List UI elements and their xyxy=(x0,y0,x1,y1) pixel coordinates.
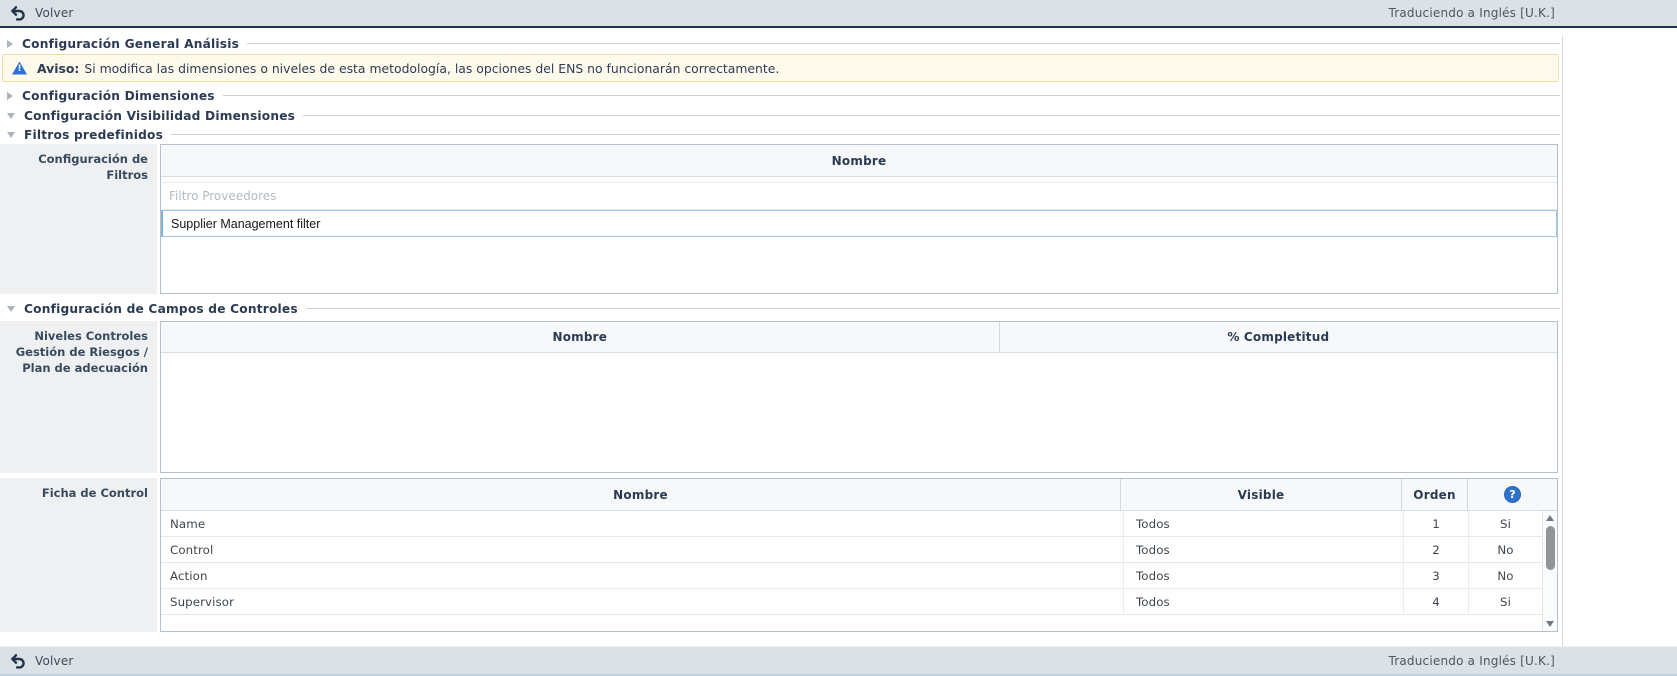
translation-status: Traduciendo a Inglés [U.K.] xyxy=(1388,6,1555,20)
cell-orden: 1 xyxy=(1403,511,1468,536)
column-header-completitud: % Completitud xyxy=(1000,330,1557,344)
filter-name-input[interactable] xyxy=(163,211,1556,236)
back-button[interactable]: Volver xyxy=(10,653,74,669)
section-header-configuracion-campos-controles[interactable]: Configuración de Campos de Controles xyxy=(0,301,1562,316)
niveles-table-empty-body xyxy=(161,353,1557,472)
column-header-visible: Visible xyxy=(1121,488,1401,502)
ficha-field-row: Ficha de Control Nombre Visible Orden ? … xyxy=(0,478,1563,632)
undo-arrow-icon xyxy=(10,5,26,21)
cell-orden: 3 xyxy=(1403,563,1468,588)
section-title: Configuración Visibilidad Dimensiones xyxy=(24,109,295,123)
cell-valor: No xyxy=(1468,563,1542,588)
filtros-table-header: Nombre xyxy=(161,145,1557,177)
table-row[interactable]: Control Todos 2 No xyxy=(161,537,1557,563)
cell-valor: Si xyxy=(1468,511,1542,536)
section-header-configuracion-visibilidad-dimensiones[interactable]: Configuración Visibilidad Dimensiones xyxy=(0,108,1562,123)
table-row[interactable]: Name Todos 1 Si xyxy=(161,511,1557,537)
column-header-nombre: Nombre xyxy=(161,154,1557,168)
section-title: Filtros predefinidos xyxy=(24,128,163,142)
filtros-table-empty-area xyxy=(161,237,1557,293)
cell-visible: Todos xyxy=(1123,511,1403,536)
back-button[interactable]: Volver xyxy=(10,5,74,21)
section-header-filtros-predefinidos[interactable]: Filtros predefinidos xyxy=(0,127,1562,142)
chevron-down-icon[interactable] xyxy=(7,113,15,119)
column-header-nombre: Nombre xyxy=(161,488,1120,502)
chevron-down-icon[interactable] xyxy=(7,132,15,138)
filtros-field-label: Configuración de Filtros xyxy=(0,144,157,294)
chevron-down-icon[interactable] xyxy=(7,306,15,312)
ficha-table-header: Nombre Visible Orden ? xyxy=(161,479,1557,511)
column-header-help: ? xyxy=(1468,486,1557,503)
column-header-orden: Orden xyxy=(1402,488,1467,502)
section-title: Configuración de Campos de Controles xyxy=(24,302,298,316)
cell-nombre: Supervisor xyxy=(161,595,1123,609)
table-row[interactable]: Supervisor Todos 4 Si xyxy=(161,589,1557,615)
new-filter-row xyxy=(161,182,1557,210)
niveles-table-header: Nombre % Completitud xyxy=(161,322,1557,353)
help-icon[interactable]: ? xyxy=(1504,486,1521,503)
section-header-configuracion-general-analisis[interactable]: Configuración General Análisis xyxy=(0,36,1562,51)
arrow-up-icon xyxy=(1546,515,1554,521)
section-title: Configuración General Análisis xyxy=(22,37,239,51)
cell-nombre: Action xyxy=(161,569,1123,583)
section-divider xyxy=(247,43,1560,44)
application-window: Volver Traduciendo a Inglés [U.K.] Confi… xyxy=(0,0,1677,674)
filtros-table-body xyxy=(161,177,1557,293)
new-filter-input[interactable] xyxy=(161,183,1557,209)
back-button-label: Volver xyxy=(35,654,74,668)
warning-label: Aviso: xyxy=(37,61,79,76)
cell-orden: 2 xyxy=(1403,537,1468,562)
arrow-down-icon xyxy=(1546,621,1554,627)
column-header-nombre: Nombre xyxy=(161,330,999,344)
chevron-right-icon[interactable] xyxy=(7,40,13,48)
niveles-field-label: Niveles Controles Gestión de Riesgos / P… xyxy=(0,321,157,473)
back-button-label: Volver xyxy=(35,6,74,20)
cell-valor: No xyxy=(1468,537,1542,562)
niveles-table: Nombre % Completitud xyxy=(160,321,1558,473)
section-divider xyxy=(306,308,1560,309)
cell-nombre: Name xyxy=(161,517,1123,531)
warning-banner: ! Aviso: Si modifica las dimensiones o n… xyxy=(2,54,1559,82)
undo-arrow-icon xyxy=(10,653,26,669)
cell-visible: Todos xyxy=(1123,563,1403,588)
filtros-table: Nombre xyxy=(160,144,1558,294)
table-row[interactable]: Action Todos 3 No xyxy=(161,563,1557,589)
scroll-up-button[interactable] xyxy=(1543,511,1557,525)
filtros-field-row: Configuración de Filtros Nombre xyxy=(0,144,1563,294)
translation-status: Traduciendo a Inglés [U.K.] xyxy=(1388,654,1555,668)
cell-visible: Todos xyxy=(1123,589,1403,614)
filter-row-selected[interactable] xyxy=(161,210,1557,237)
section-divider xyxy=(223,95,1560,96)
chevron-right-icon[interactable] xyxy=(7,92,13,100)
cell-nombre: Control xyxy=(161,543,1123,557)
warning-exclamation: ! xyxy=(17,64,21,75)
cell-orden: 4 xyxy=(1403,589,1468,614)
niveles-field-row: Niveles Controles Gestión de Riesgos / P… xyxy=(0,321,1563,473)
top-toolbar: Volver Traduciendo a Inglés [U.K.] xyxy=(0,0,1677,28)
bottom-toolbar: Volver Traduciendo a Inglés [U.K.] xyxy=(0,646,1677,676)
warning-triangle-icon: ! xyxy=(12,62,27,75)
ficha-table: Nombre Visible Orden ? Name Todos 1 xyxy=(160,478,1558,632)
scroll-down-button[interactable] xyxy=(1543,617,1557,631)
vertical-scrollbar[interactable] xyxy=(1542,511,1557,631)
cell-valor: Si xyxy=(1468,589,1542,614)
section-divider xyxy=(303,115,1560,116)
scrollbar-thumb[interactable] xyxy=(1546,526,1555,570)
ficha-table-body: Name Todos 1 Si Control Todos 2 No xyxy=(161,511,1557,631)
section-divider xyxy=(171,134,1560,135)
section-header-configuracion-dimensiones[interactable]: Configuración Dimensiones xyxy=(0,88,1562,103)
warning-message: Si modifica las dimensiones o niveles de… xyxy=(84,61,779,76)
section-title: Configuración Dimensiones xyxy=(22,89,215,103)
settings-content: Configuración General Análisis ! Aviso: … xyxy=(0,36,1563,646)
cell-visible: Todos xyxy=(1123,537,1403,562)
ficha-field-label: Ficha de Control xyxy=(0,478,157,632)
